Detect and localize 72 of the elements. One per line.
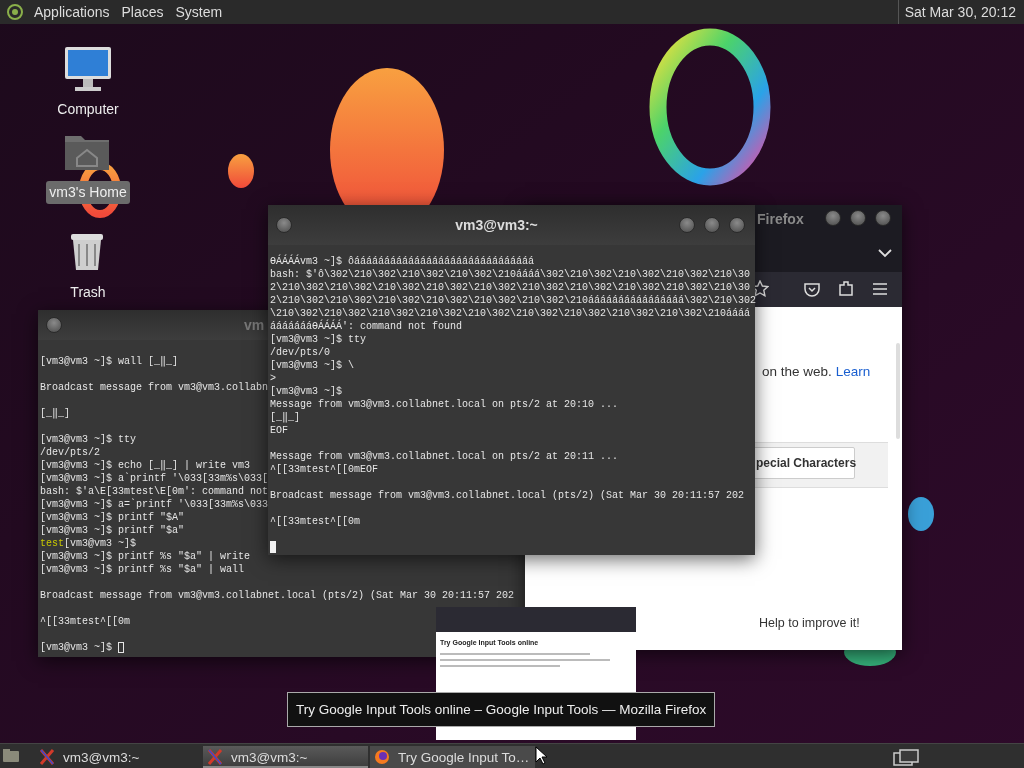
window-title: vm3@vm3:~ <box>454 216 539 235</box>
menu-item[interactable]: Places <box>115 0 170 24</box>
x-icon <box>207 749 223 765</box>
terminal-line: [vm3@vm3 ~]$ printf %s "$a" | wall <box>40 562 245 576</box>
terminal-line: Message from vm3@vm3.collabnet.local on pts/2 at 20:11 ... <box>270 449 619 463</box>
minimize-button[interactable] <box>825 210 841 226</box>
minimize-button[interactable] <box>679 217 695 233</box>
menu-item[interactable]: Applications <box>28 0 116 24</box>
pocket-icon <box>803 281 821 298</box>
terminal-line: bash: $'ô\302\210\302\210\302\210\302\210áááá\302\210\302\210\302\210\302\210\30 <box>270 267 751 281</box>
taskbar-item[interactable]: vm3@vm3:~ <box>203 746 368 768</box>
terminal-line: test[vm3@vm3 ~]$ <box>40 536 137 550</box>
learn-link[interactable]: Learn <box>835 362 871 383</box>
maximize-button[interactable] <box>850 210 866 226</box>
close-button[interactable] <box>729 217 745 233</box>
show-desktop-icon <box>2 746 20 764</box>
terminal-line: [vm3@vm3 ~]$ printf %s "$a" | write <box>40 549 251 563</box>
terminal-line: > <box>270 371 276 385</box>
terminal-line: [vm3@vm3 ~]$ wall [_‖_] <box>40 354 179 368</box>
window-menu-button[interactable] <box>46 317 62 333</box>
puzzle-icon <box>837 279 855 297</box>
icon-label[interactable]: Trash <box>67 281 109 304</box>
mouse-pointer-icon <box>535 746 549 766</box>
terminal-line: Message from vm3@vm3.collabnet.local on pts/2 at 20:10 ... <box>270 397 619 411</box>
terminal-line: /dev/pts/0 <box>270 345 330 359</box>
terminal-line: \210\302\210\302\210\302\210\302\210\302\210\302\210\302\210\302\210\302\210áááá <box>270 306 751 319</box>
terminal-line: [vm3@vm3 ~]$ <box>40 640 113 654</box>
footer-text: Help to improve it! <box>759 615 860 632</box>
close-button[interactable] <box>875 210 891 226</box>
terminal-line: áááááááӨÁÁÁÁ': command not found <box>270 319 463 333</box>
terminal-line: ӨÁÁÁÁvm3 ~]$ ôáááááááááááááááááááááááááááááá <box>270 254 535 268</box>
terminal-line: Broadcast message from vm3@vm3.collabnet.local (pts/2) (Sat Mar 30 20:11:57 202 <box>40 588 515 602</box>
terminal-line: [vm3@vm3 ~]$ a=`printf '\033[33m%s\033 <box>40 497 269 511</box>
terminal-line: ^[[33mtest^[[0m <box>270 514 360 528</box>
browser-icon <box>374 749 390 765</box>
terminal-line: [vm3@vm3 ~]$ printf "$A" <box>40 510 185 524</box>
terminal-line: ^[[33mtest^[[0mEOF <box>270 462 379 476</box>
terminal-line: [vm3@vm3 ~]$ tty <box>270 332 366 346</box>
terminal-line: [vm3@vm3 ~]$ \ <box>270 358 354 372</box>
terminal-line: EOF <box>270 423 288 437</box>
computer-icon[interactable] <box>63 45 113 93</box>
menu-icon <box>871 280 889 298</box>
terminal-line: /dev/pts/2 <box>40 445 100 459</box>
terminal-line: [_‖_] <box>40 406 71 420</box>
menu-item[interactable]: System <box>169 0 229 24</box>
taskbar-item[interactable]: Try Google Input To… <box>370 746 535 768</box>
terminal-line: [vm3@vm3 ~]$ <box>270 384 342 398</box>
scrollbar-thumb[interactable] <box>896 343 900 439</box>
terminal-line: [vm3@vm3 ~]$ echo [_‖_] | write vm3 <box>40 458 251 472</box>
clock[interactable]: Sat Mar 30, 20:12 <box>897 0 1022 24</box>
icon-label[interactable]: vm3's Home <box>46 181 130 204</box>
terminal-line: 2\210\302\210\302\210\302\210\302\210\302\210\302\210\302\210\302\210\302\210\30 <box>270 280 751 294</box>
window-title: Firefox <box>757 210 804 229</box>
icon-label[interactable]: Computer <box>54 98 122 121</box>
terminal-line: [vm3@vm3 ~]$ printf "$a" <box>40 523 185 537</box>
logo-icon <box>6 3 24 21</box>
chevron-down-icon <box>877 247 893 259</box>
window-menu-button[interactable] <box>276 217 292 233</box>
terminal-line: [vm3@vm3 ~]$ tty <box>40 432 136 446</box>
terminal-line: Broadcast message from vm3@vm3.collabnet.local (pts/2) (Sat Mar 30 20:11:57 202 <box>270 488 745 502</box>
taskbar-item[interactable]: vm3@vm3:~ <box>35 746 200 768</box>
terminal-line: [vm3@vm3 ~]$ a`printf '\033[33m%s\033[ <box>40 471 269 485</box>
maximize-button[interactable] <box>704 217 720 233</box>
terminal-line: 2\210\302\210\302\210\302\210\302\210\302\210\302\210áááááááááááááááá\302\210\302 <box>270 293 757 307</box>
tooltip: Try Google Input Tools online – Google Input Tools — Mozilla Firefox <box>287 692 716 727</box>
terminal-line: Broadcast message from vm3@vm3.collabn <box>40 380 269 394</box>
terminal-line: [_‖_] <box>270 410 301 424</box>
window-title: vm <box>244 316 265 335</box>
terminal-line: ^[[33mtest^[[0m <box>40 614 130 628</box>
paragraph-text: on the web. <box>762 363 832 381</box>
x-icon <box>39 749 55 765</box>
terminal-line: bash: $'a\E[33mtest\E[0m': command not <box>40 484 269 498</box>
